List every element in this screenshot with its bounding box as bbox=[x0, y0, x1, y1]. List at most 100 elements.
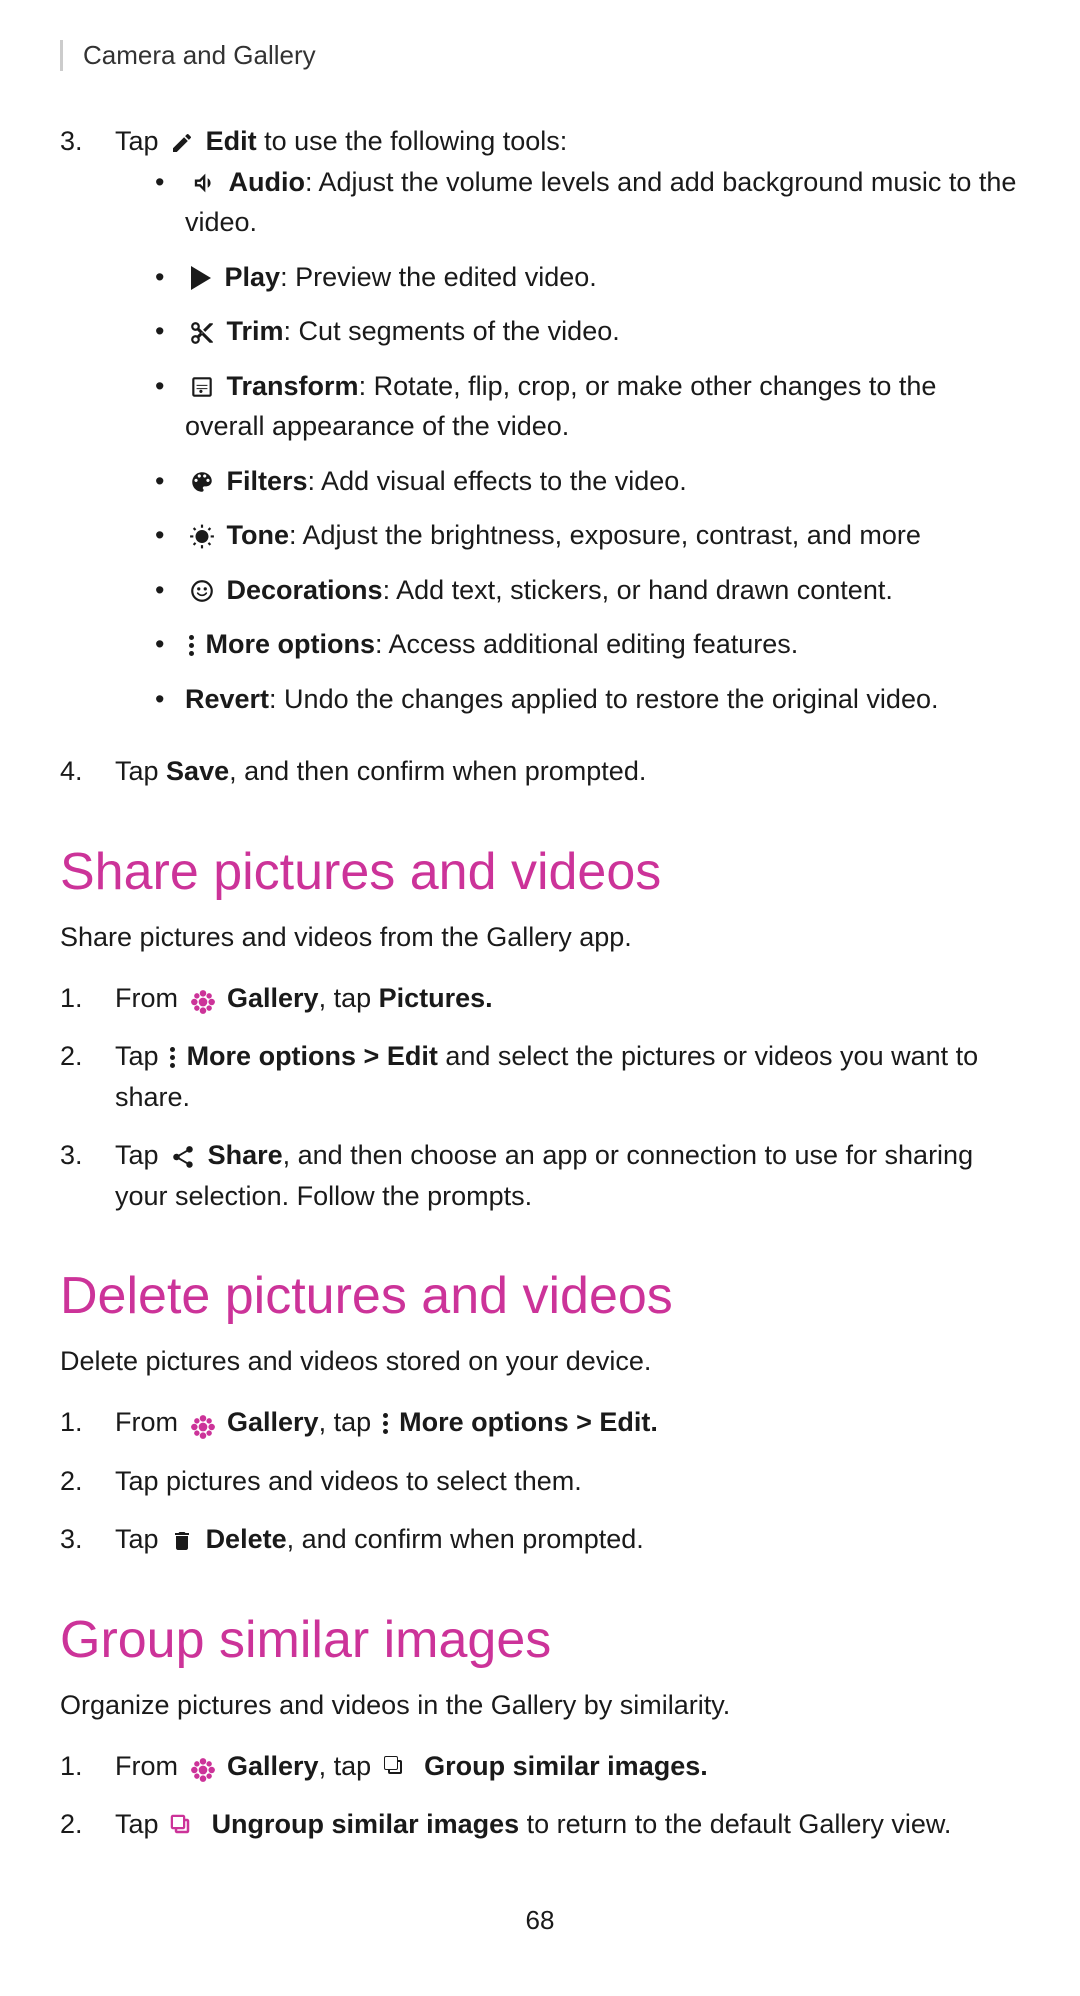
share-step-2: 2. Tap More options > Edit and select th… bbox=[60, 1036, 1020, 1117]
bullet-4: • bbox=[155, 366, 185, 407]
delete-step-1-text: From Gallery, tap More options > Edit. bbox=[115, 1407, 658, 1437]
share-step-1: 1. From Gallery, tap Pictures. bbox=[60, 978, 1020, 1019]
share-step-2-text: Tap More options > Edit and select the p… bbox=[115, 1041, 978, 1112]
more-icon-2 bbox=[170, 1047, 175, 1068]
share-step-3-content: Tap Share, and then choose an app or con… bbox=[115, 1135, 1020, 1216]
tool-trim: • Trim: Cut segments of the video. bbox=[155, 311, 1020, 352]
play-text: : Preview the edited video. bbox=[280, 262, 597, 292]
tool-decorations: • Decorations: Add text, stickers, or ha… bbox=[155, 570, 1020, 611]
tool-filters-content: Filters: Add visual effects to the video… bbox=[185, 461, 687, 502]
decorations-icon bbox=[189, 578, 215, 604]
bullet-1: • bbox=[155, 162, 185, 203]
step-3-content: Tap Edit to use the following tools: • bbox=[115, 121, 1020, 733]
page-number: 68 bbox=[60, 1905, 1020, 1936]
audio-label: Audio bbox=[229, 167, 305, 197]
delete-step-1: 1. From Gallery, tap More options > Edit… bbox=[60, 1402, 1020, 1443]
share-step-1-text: From Gallery, tap Pictures. bbox=[115, 983, 493, 1013]
share-step-1-num: 1. bbox=[60, 978, 115, 1019]
delete-step-3-text: Tap Delete, and confirm when prompted. bbox=[115, 1524, 644, 1554]
tool-tone: • Tone: Adjust the brightness, exposure,… bbox=[155, 515, 1020, 556]
delete-step-2: 2. Tap pictures and videos to select the… bbox=[60, 1461, 1020, 1502]
audio-icon bbox=[189, 169, 217, 197]
more-options-text: : Access additional editing features. bbox=[375, 629, 798, 659]
tool-transform: • Transform: Rotate, flip, crop, or make… bbox=[155, 366, 1020, 447]
delete-step-2-text: Tap pictures and videos to select them. bbox=[115, 1466, 582, 1496]
more-edit-label: More options > Edit bbox=[187, 1041, 438, 1071]
gallery-label-3: Gallery bbox=[227, 1751, 319, 1781]
bullet-6: • bbox=[155, 515, 185, 556]
group-step-1: 1. From Gallery, tap Group similar image… bbox=[60, 1746, 1020, 1787]
pictures-label: Pictures. bbox=[379, 983, 493, 1013]
gallery-label-1: Gallery bbox=[227, 983, 319, 1013]
delete-step-2-content: Tap pictures and videos to select them. bbox=[115, 1461, 1020, 1502]
tool-more: • More options: Access additional editin… bbox=[155, 624, 1020, 665]
filters-text: : Add visual effects to the video. bbox=[308, 466, 687, 496]
more-options-label: More options bbox=[206, 629, 376, 659]
bullet-2: • bbox=[155, 257, 185, 298]
steps-list: 3. Tap Edit to use the following tools: … bbox=[60, 121, 1020, 792]
decorations-text: : Add text, stickers, or hand drawn cont… bbox=[383, 575, 893, 605]
tone-text: : Adjust the brightness, exposure, contr… bbox=[289, 520, 921, 550]
more-icon-3 bbox=[383, 1413, 388, 1434]
group-step-1-num: 1. bbox=[60, 1746, 115, 1787]
bullet-7: • bbox=[155, 570, 185, 611]
tool-transform-content: Transform: Rotate, flip, crop, or make o… bbox=[185, 366, 1020, 447]
ungroup-label: Ungroup similar images bbox=[212, 1809, 520, 1839]
share-title: Share pictures and videos bbox=[60, 842, 1020, 902]
tool-audio: • Audio: Adjust the volume levels and ad… bbox=[155, 162, 1020, 243]
share-intro: Share pictures and videos from the Galle… bbox=[60, 922, 1020, 953]
share-step-3-text: Tap Share, and then choose an app or con… bbox=[115, 1140, 973, 1211]
group-label: Group similar images. bbox=[424, 1751, 708, 1781]
filters-label: Filters bbox=[227, 466, 308, 496]
group-step-1-text: From Gallery, tap Group similar images. bbox=[115, 1751, 708, 1781]
page-header: Camera and Gallery bbox=[60, 40, 1020, 71]
delete-steps: 1. From Gallery, tap More options > Edit… bbox=[60, 1402, 1020, 1560]
step-3-text: Tap Edit to use the following tools: bbox=[115, 126, 567, 156]
tool-filters: • Filters: Add visual effects to the vid… bbox=[155, 461, 1020, 502]
group-intro: Organize pictures and videos in the Gall… bbox=[60, 1690, 1020, 1721]
tool-play-content: Play: Preview the edited video. bbox=[185, 257, 597, 298]
share-step-3-num: 3. bbox=[60, 1135, 115, 1176]
delete-step-3-content: Tap Delete, and confirm when prompted. bbox=[115, 1519, 1020, 1560]
bullet-5: • bbox=[155, 461, 185, 502]
scissors-icon bbox=[189, 320, 215, 346]
edit-label: Edit bbox=[206, 126, 257, 156]
delete-step-1-num: 1. bbox=[60, 1402, 115, 1443]
tool-trim-content: Trim: Cut segments of the video. bbox=[185, 311, 620, 352]
tone-icon bbox=[189, 524, 215, 550]
share-icon bbox=[170, 1144, 196, 1170]
delete-step-1-content: From Gallery, tap More options > Edit. bbox=[115, 1402, 1020, 1443]
header-label: Camera and Gallery bbox=[83, 40, 316, 70]
gallery-icon-2 bbox=[190, 1411, 216, 1437]
decorations-label: Decorations bbox=[227, 575, 383, 605]
share-step-2-num: 2. bbox=[60, 1036, 115, 1077]
step-3: 3. Tap Edit to use the following tools: … bbox=[60, 121, 1020, 733]
tool-revert: • Revert: Undo the changes applied to re… bbox=[155, 679, 1020, 720]
trim-text: : Cut segments of the video. bbox=[284, 316, 620, 346]
filters-icon bbox=[189, 469, 215, 495]
tool-tone-content: Tone: Adjust the brightness, exposure, c… bbox=[185, 515, 921, 556]
page-container: Camera and Gallery 3. Tap Edit to use th… bbox=[0, 0, 1080, 1996]
share-step-3: 3. Tap Share, and then choose an app or … bbox=[60, 1135, 1020, 1216]
delete-step-3-num: 3. bbox=[60, 1519, 115, 1560]
tool-decorations-content: Decorations: Add text, stickers, or hand… bbox=[185, 570, 893, 611]
tools-list: • Audio: Adjust the volume levels and ad… bbox=[155, 162, 1020, 720]
bullet-8: • bbox=[155, 624, 185, 665]
step-4-text: Tap Save, and then confirm when prompted… bbox=[115, 756, 646, 786]
share-step-1-content: From Gallery, tap Pictures. bbox=[115, 978, 1020, 1019]
more-options-icon bbox=[189, 635, 194, 656]
gallery-icon-3 bbox=[190, 1754, 216, 1780]
delete-label: Delete bbox=[206, 1524, 287, 1554]
group-step-1-content: From Gallery, tap Group similar images. bbox=[115, 1746, 1020, 1787]
play-icon bbox=[191, 266, 211, 290]
transform-icon bbox=[189, 374, 215, 400]
tool-more-content: More options: Access additional editing … bbox=[185, 624, 798, 665]
group-step-2-content: Tap Ungroup similar images to return to … bbox=[115, 1804, 1020, 1845]
share-step-2-content: Tap More options > Edit and select the p… bbox=[115, 1036, 1020, 1117]
trim-label: Trim bbox=[227, 316, 284, 346]
tool-revert-content: Revert: Undo the changes applied to rest… bbox=[185, 679, 938, 720]
share-label: Share bbox=[208, 1140, 283, 1170]
audio-text: : Adjust the volume levels and add backg… bbox=[185, 167, 1016, 238]
play-label: Play bbox=[225, 262, 281, 292]
edit-icon bbox=[170, 131, 194, 155]
